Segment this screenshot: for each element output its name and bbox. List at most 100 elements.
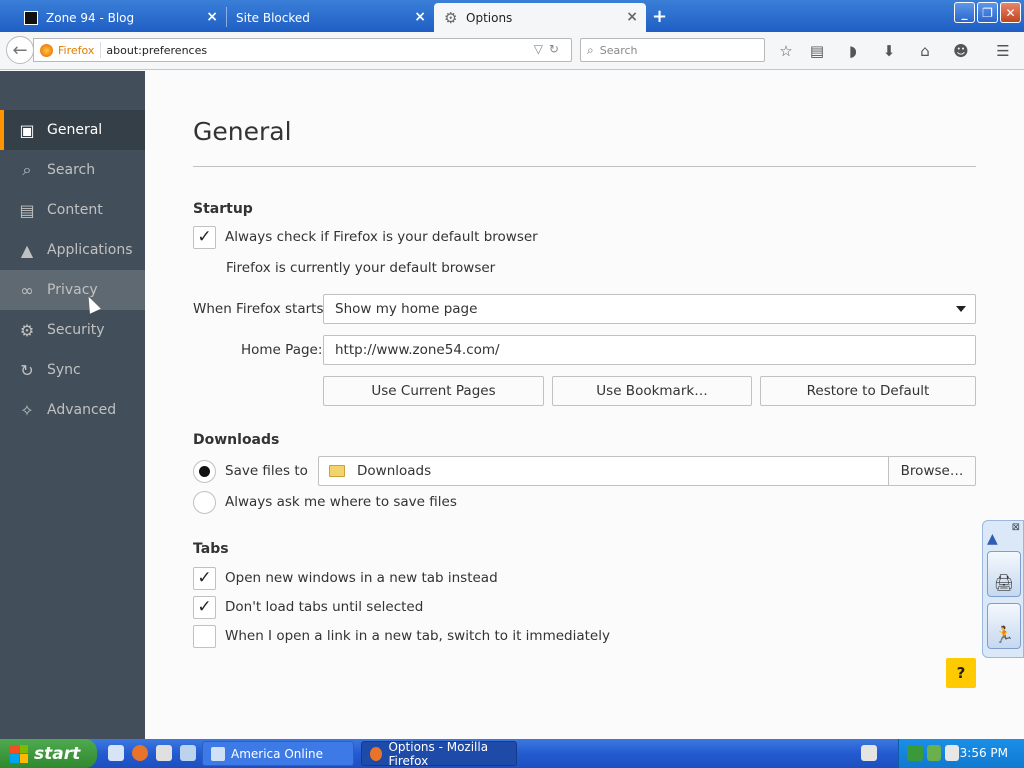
open-new-windows-checkbox[interactable]: ✓ — [193, 566, 216, 590]
when-starts-label: When Firefox starts: — [193, 301, 329, 317]
folder-icon — [329, 465, 345, 477]
task-label: America Online — [231, 746, 324, 761]
firefox-icon — [370, 746, 383, 761]
network-icon[interactable] — [907, 745, 923, 761]
category-label: Security — [47, 322, 105, 338]
help-button[interactable]: ? — [946, 658, 976, 688]
menu-hamburger-icon[interactable]: ☰ — [993, 41, 1013, 61]
quicklaunch-firefox-icon[interactable] — [132, 745, 148, 761]
checkbox-label: Open new windows in a new tab instead — [225, 570, 498, 586]
maximize-button[interactable]: ❐ — [977, 2, 998, 23]
taskbar-aol[interactable]: America Online — [202, 741, 354, 766]
category-applications[interactable]: ▲ Applications — [0, 230, 145, 270]
start-button[interactable]: start — [0, 739, 97, 768]
radio-dot — [199, 465, 210, 477]
bookmark-star-icon[interactable]: ☆ — [776, 41, 796, 61]
save-files-row[interactable]: Save files to — [193, 459, 308, 483]
security-icon: ⚙ — [19, 320, 35, 340]
category-content[interactable]: ▤ Content — [0, 190, 145, 230]
identity-box[interactable]: Firefox — [34, 42, 102, 58]
search-icon: ⌕ — [22, 160, 32, 179]
new-tab-button[interactable]: + — [652, 6, 667, 27]
identity-label: Firefox — [58, 43, 95, 57]
home-icon[interactable]: ⌂ — [915, 41, 935, 61]
tabs-heading: Tabs — [193, 541, 229, 557]
tab-options[interactable]: ⚙ Options × — [434, 3, 646, 32]
category-label: Applications — [47, 242, 133, 258]
url-dropdown-reload-icons[interactable]: ▽↻ — [534, 42, 565, 56]
browse-button[interactable]: Browse… — [888, 456, 976, 486]
tray-app-icon[interactable] — [927, 745, 941, 761]
tray-app-icon[interactable] — [945, 745, 959, 761]
url-text[interactable]: about:preferences — [101, 44, 207, 57]
category-label: General — [47, 122, 103, 138]
tab-site-blocked[interactable]: Site Blocked × — [226, 3, 434, 32]
aol-icon — [211, 746, 225, 761]
minimize-button[interactable]: _ — [954, 2, 975, 23]
tab-title: Options — [466, 10, 513, 25]
close-tab-icon[interactable]: × — [626, 9, 638, 25]
keyboard-icon[interactable] — [861, 745, 877, 761]
dont-load-tabs-checkbox[interactable]: ✓ — [193, 595, 216, 619]
tab-strip: Zone 94 - Blog × Site Blocked × ⚙ Option… — [0, 0, 1024, 32]
system-tray: 3:56 PM — [898, 739, 1024, 768]
task-label: Options - Mozilla Firefox — [388, 739, 489, 768]
running-man-icon[interactable]: 🏃 — [987, 603, 1021, 649]
gear-icon: ⚙ — [444, 8, 458, 27]
printer-icon[interactable]: 🖨 — [987, 551, 1021, 597]
start-label: start — [34, 743, 81, 764]
when-starts-select[interactable]: Show my home page — [323, 294, 976, 324]
tabs-option-row[interactable]: When I open a link in a new tab, switch … — [193, 624, 610, 648]
search-input[interactable]: ⌕ Search — [580, 38, 765, 62]
default-browser-check-row[interactable]: ✓ Always check if Firefox is your defaul… — [193, 225, 538, 249]
home-page-input[interactable]: http://www.zone54.com/ — [323, 335, 976, 365]
restore-default-button[interactable]: Restore to Default — [760, 376, 976, 406]
radio-label: Save files to — [225, 463, 308, 479]
general-icon: ▣ — [19, 120, 35, 140]
category-privacy[interactable]: ∞ Privacy — [0, 270, 145, 310]
zone94-favicon — [24, 10, 38, 25]
save-files-radio[interactable] — [193, 459, 216, 483]
url-bar[interactable]: Firefox about:preferences ▽↻ — [33, 38, 572, 62]
default-browser-note: Firefox is currently your default browse… — [226, 260, 496, 276]
category-advanced[interactable]: ✧ Advanced — [0, 390, 145, 430]
tabs-option-row[interactable]: ✓ Open new windows in a new tab instead — [193, 566, 498, 590]
page-title: General — [193, 117, 292, 146]
bookmarks-menu-icon[interactable]: ▤ — [807, 41, 827, 61]
pocket-icon[interactable]: ◗ — [843, 41, 863, 61]
category-sync[interactable]: ↻ Sync — [0, 350, 145, 390]
close-icon[interactable]: ⊠ — [1012, 522, 1020, 533]
category-general[interactable]: ▣ General — [0, 110, 145, 150]
download-folder-field: Downloads — [318, 456, 889, 486]
quicklaunch-desktop-icon[interactable] — [180, 745, 196, 761]
switch-to-tab-checkbox[interactable] — [193, 624, 216, 648]
close-window-button[interactable]: ✕ — [1000, 2, 1021, 23]
hello-icon[interactable]: ☻ — [951, 41, 971, 61]
quicklaunch-ie-icon[interactable] — [108, 745, 124, 761]
quicklaunch-media-icon[interactable] — [156, 745, 172, 761]
use-bookmark-button[interactable]: Use Bookmark… — [552, 376, 752, 406]
category-security[interactable]: ⚙ Security — [0, 310, 145, 350]
windows-logo-icon — [10, 744, 28, 763]
checkbox-label: When I open a link in a new tab, switch … — [225, 628, 610, 644]
category-search[interactable]: ⌕ Search — [0, 150, 145, 190]
applications-icon: ▲ — [20, 240, 34, 260]
taskbar-firefox[interactable]: Options - Mozilla Firefox — [361, 739, 517, 768]
back-button[interactable]: ← — [6, 36, 34, 64]
privacy-icon: ∞ — [20, 280, 34, 300]
close-tab-icon[interactable]: × — [206, 9, 218, 25]
default-browser-checkbox[interactable]: ✓ — [193, 225, 216, 249]
use-current-pages-button[interactable]: Use Current Pages — [323, 376, 544, 406]
ask-save-row[interactable]: Always ask me where to save files — [193, 490, 457, 514]
downloads-icon[interactable]: ⬇ — [879, 41, 899, 61]
desktop-widget[interactable]: ▲ ⊠ 🖨 🏃 — [982, 520, 1024, 658]
ask-save-radio[interactable] — [193, 490, 216, 514]
close-tab-icon[interactable]: × — [414, 9, 426, 25]
tab-zone94-blog[interactable]: Zone 94 - Blog × — [14, 3, 227, 32]
radio-label: Always ask me where to save files — [225, 494, 457, 510]
sync-icon: ↻ — [20, 360, 34, 380]
clock: 3:56 PM — [959, 746, 1008, 760]
firefox-logo-icon — [40, 43, 53, 57]
category-label: Search — [47, 162, 96, 178]
tabs-option-row[interactable]: ✓ Don't load tabs until selected — [193, 595, 423, 619]
